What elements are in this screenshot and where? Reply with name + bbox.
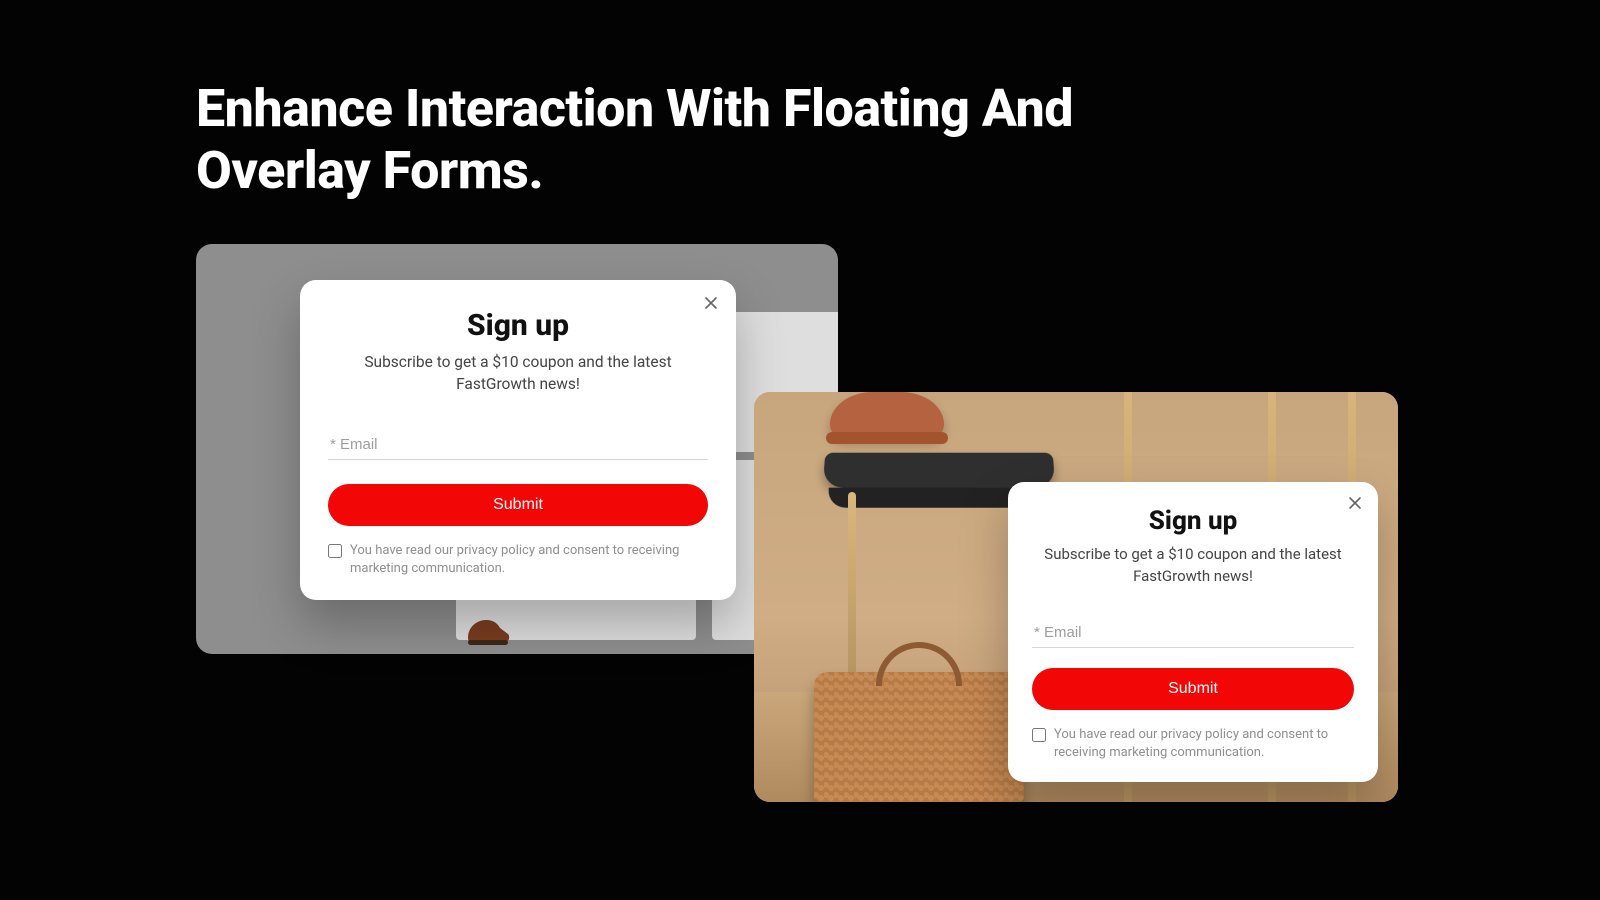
modal-title: Sign up	[328, 308, 708, 343]
signup-modal-floating: Sign up Subscribe to get a $10 coupon an…	[1008, 482, 1378, 782]
consent-text: You have read our privacy policy and con…	[1054, 726, 1354, 762]
email-field[interactable]	[328, 430, 708, 460]
consent-row[interactable]: You have read our privacy policy and con…	[328, 542, 708, 578]
consent-row[interactable]: You have read our privacy policy and con…	[1032, 726, 1354, 762]
consent-checkbox[interactable]	[1032, 728, 1046, 742]
consent-text: You have read our privacy policy and con…	[350, 542, 708, 578]
signup-modal-overlay: Sign up Subscribe to get a $10 coupon an…	[300, 280, 736, 600]
modal-subtitle: Subscribe to get a $10 coupon and the la…	[1032, 544, 1354, 588]
email-field[interactable]	[1032, 618, 1354, 648]
modal-title: Sign up	[1032, 506, 1354, 536]
bag-prop	[814, 672, 1024, 802]
floating-demo-panel: Sign up Subscribe to get a $10 coupon an…	[754, 392, 1398, 802]
close-icon[interactable]	[1344, 492, 1366, 514]
close-icon[interactable]	[700, 292, 722, 314]
submit-button[interactable]: Submit	[1032, 668, 1354, 710]
consent-checkbox[interactable]	[328, 544, 342, 558]
submit-button[interactable]: Submit	[328, 484, 708, 526]
page-headline: Enhance Interaction With Floating And Ov…	[196, 78, 1256, 203]
product-thumb	[464, 614, 512, 648]
lamp-shade	[830, 392, 944, 438]
modal-subtitle: Subscribe to get a $10 coupon and the la…	[328, 351, 708, 396]
